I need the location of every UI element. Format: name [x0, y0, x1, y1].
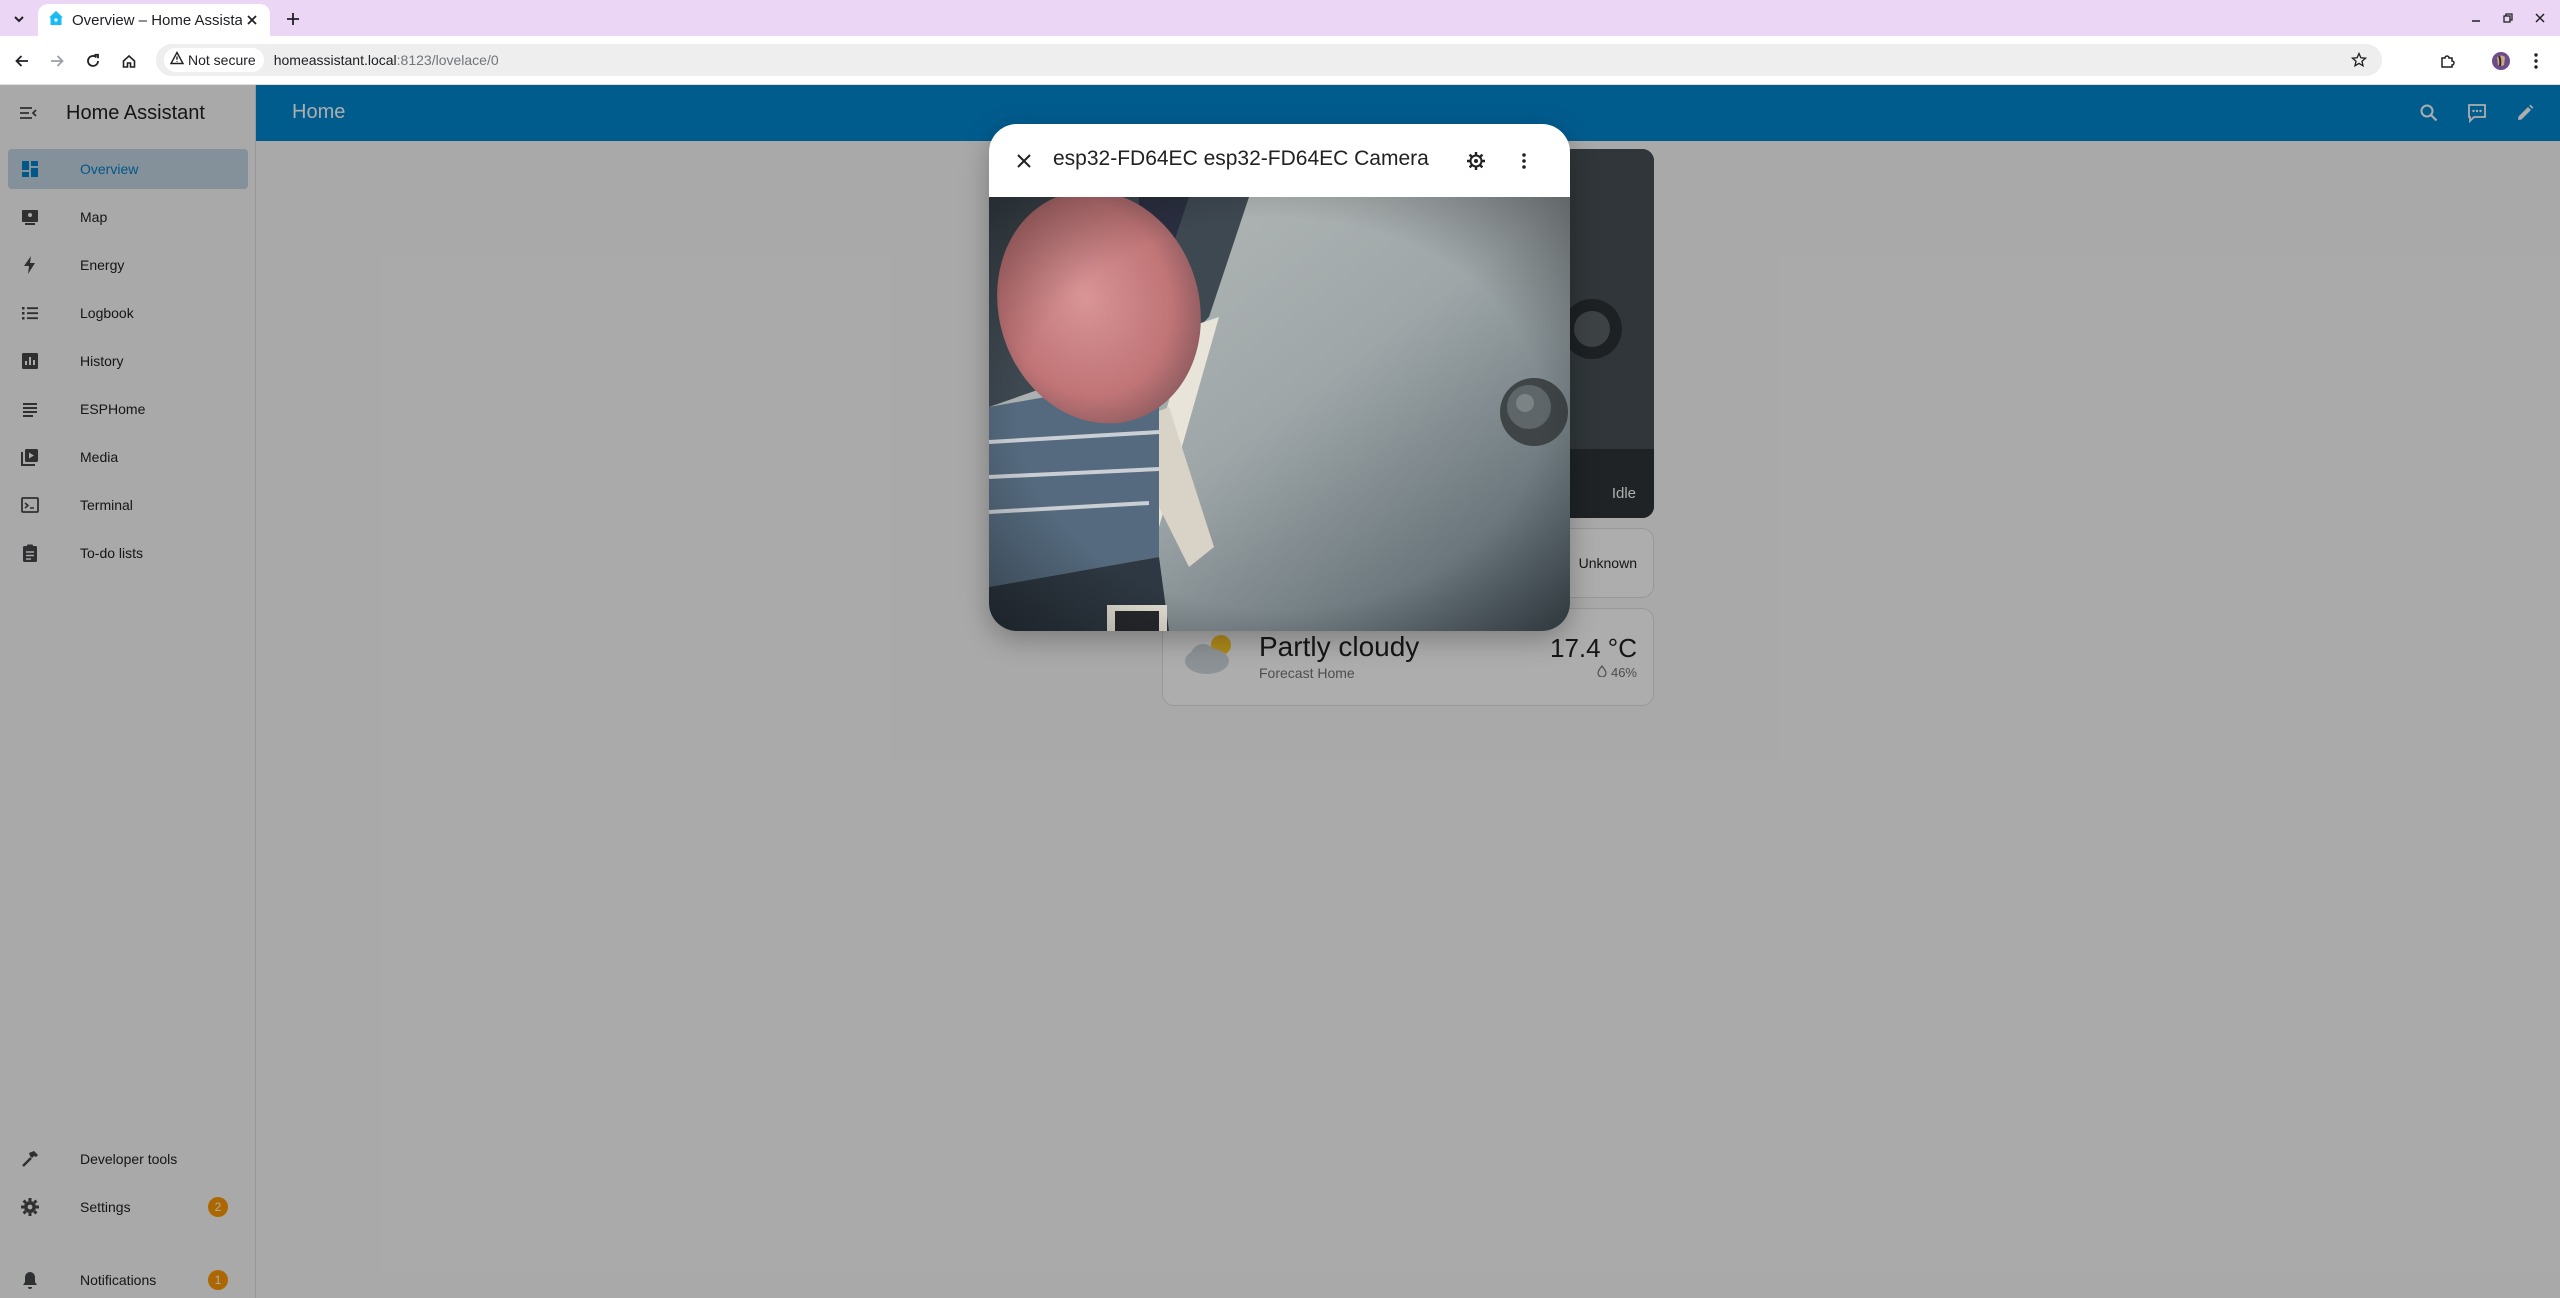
reload-icon[interactable] [80, 48, 106, 74]
profile-avatar-icon[interactable] [2488, 48, 2514, 74]
window-close-icon[interactable] [2527, 6, 2553, 30]
extensions-icon[interactable] [2435, 48, 2461, 74]
tab-title: Overview – Home Assistant [72, 11, 242, 29]
browser-menu-icon[interactable] [2523, 48, 2549, 74]
new-tab-icon[interactable] [280, 6, 306, 32]
bookmark-star-icon[interactable] [2348, 49, 2370, 71]
url-path: :8123/lovelace/0 [396, 52, 499, 68]
url-text: homeassistant.local:8123/lovelace/0 [274, 52, 499, 68]
minimize-icon[interactable] [2463, 6, 2489, 30]
url-host: homeassistant.local [273, 52, 397, 68]
browser-tab-strip: Overview – Home Assistant [0, 0, 2560, 36]
camera-live-image[interactable] [989, 197, 1570, 631]
back-arrow-icon[interactable] [9, 48, 35, 74]
address-bar[interactable]: Not secure homeassistant.local:8123/love… [156, 44, 2382, 76]
security-label: Not secure [188, 52, 256, 68]
home-icon[interactable] [116, 48, 142, 74]
dialog-header: esp32-FD64EC esp32-FD64EC Camera [989, 124, 1570, 197]
tab-close-icon[interactable] [242, 10, 262, 30]
close-icon[interactable] [1011, 148, 1037, 174]
tab-search-icon[interactable] [8, 8, 30, 30]
restore-icon[interactable] [2495, 6, 2521, 30]
warning-triangle-icon [169, 50, 185, 70]
camera-more-info-dialog: esp32-FD64EC esp32-FD64EC Camera [989, 124, 1570, 631]
more-vert-icon[interactable] [1511, 148, 1537, 174]
site-security-chip[interactable]: Not secure [164, 48, 264, 72]
browser-tab[interactable]: Overview – Home Assistant [38, 4, 270, 36]
forward-arrow-icon[interactable] [44, 48, 70, 74]
settings-cog-icon[interactable] [1463, 148, 1489, 174]
home-assistant-favicon-icon [48, 10, 64, 31]
browser-toolbar: Not secure homeassistant.local:8123/love… [0, 36, 2560, 85]
dialog-title: esp32-FD64EC esp32-FD64EC Camera [1053, 147, 1429, 170]
